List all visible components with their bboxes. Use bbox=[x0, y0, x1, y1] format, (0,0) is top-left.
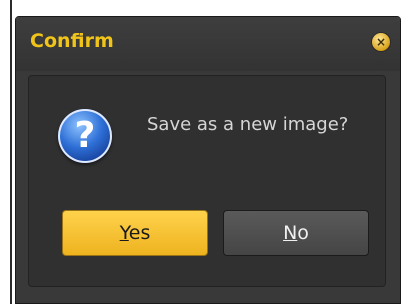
yes-button-label: es bbox=[128, 222, 151, 244]
background-window-edge bbox=[0, 0, 14, 304]
no-button[interactable]: No bbox=[223, 210, 369, 256]
question-icon: ? bbox=[58, 109, 112, 163]
dialog-title: Confirm bbox=[30, 30, 114, 52]
yes-button[interactable]: Yes bbox=[62, 210, 208, 256]
window-border-line bbox=[10, 0, 12, 304]
yes-button-mnemonic: Y bbox=[119, 222, 129, 244]
no-button-mnemonic: N bbox=[283, 222, 298, 244]
dialog-message: Save as a new image? bbox=[147, 114, 349, 135]
dialog-titlebar[interactable]: Confirm × bbox=[16, 17, 400, 71]
dialog-content: ? Save as a new image? Yes No bbox=[28, 75, 386, 287]
background-window-edge-right bbox=[402, 0, 412, 304]
confirm-dialog: Confirm × ? Save as a new image? Yes No bbox=[15, 16, 401, 304]
close-icon[interactable]: × bbox=[372, 33, 390, 51]
no-button-label: o bbox=[297, 222, 309, 244]
